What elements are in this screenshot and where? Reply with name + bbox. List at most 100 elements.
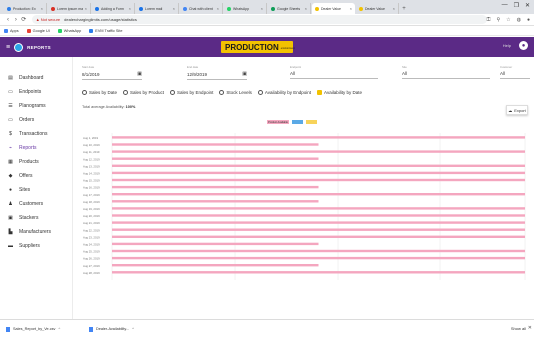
sidebar-item-offers[interactable]: ◆ Offers [0,169,72,183]
end-date-field[interactable]: End date 12/9/2019 ▣ [187,65,247,83]
sidebar-item-reports[interactable]: ⌁ Reports [0,141,72,155]
sidebar-item-transactions[interactable]: $ Transactions [0,127,72,141]
customer-select[interactable]: Customer All [500,65,530,83]
export-button[interactable]: ☁ Export [506,105,528,115]
y-tick-label: Aug 12, 2019 [83,157,100,161]
site-select[interactable]: Site All [402,65,490,83]
calendar-icon[interactable]: ▣ [137,71,142,77]
tab-close-icon[interactable]: × [129,6,131,11]
bookmark-item[interactable]: Apps [4,28,19,33]
reload-icon[interactable]: ⟳ [20,16,28,23]
browser-tab[interactable]: Lorem ipsum mail × [48,3,91,14]
bar[interactable] [112,150,525,153]
bar[interactable] [112,264,319,267]
report-type-radio[interactable]: Stock Levels [219,89,252,95]
bar[interactable] [112,242,319,246]
tab-close-icon[interactable]: × [85,6,87,11]
endpoint-select[interactable]: Endpoint All [290,65,378,83]
report-type-radio[interactable]: Availability by Endpoint [257,89,311,95]
bookmark-item[interactable]: WhatsApp [57,28,81,33]
bar[interactable] [112,207,525,210]
browser-tab[interactable]: Chat with client × [180,3,223,14]
tab-close-icon[interactable]: × [305,6,307,11]
bar[interactable] [112,171,525,175]
start-date-field[interactable]: Start date 8/1/2019 ▣ [82,65,142,83]
tab-close-icon[interactable]: × [261,6,263,11]
bar[interactable] [112,235,525,238]
url-input[interactable]: ▲ Not secure dealercharginglimits.com/us… [31,15,487,24]
chevron-up-icon[interactable]: ^ [58,327,60,331]
chevron-up-icon[interactable]: ^ [132,327,134,331]
bar[interactable] [112,185,319,189]
browser-tab[interactable]: Dealer Value × [356,3,399,14]
sidebar-item-stackers[interactable]: ▣ Stackers [0,211,72,225]
report-type-radio[interactable]: Sales by Date [82,89,117,95]
report-type-radio[interactable]: Sales by Endpoint [170,89,213,95]
sidebar-item-customers[interactable]: ♟ Customers [0,197,72,211]
bar[interactable] [112,256,525,260]
zoom-icon[interactable]: ⚲ [496,17,500,23]
star-icon[interactable]: ☆ [506,17,510,23]
tab-close-icon[interactable]: × [350,6,352,11]
availability-by-date-checkbox[interactable]: Availability by Date [317,89,362,95]
browser-tab[interactable]: Lorem mail × [136,3,179,14]
browser-tab[interactable]: Production: Ex × [4,3,47,14]
sidebar-item-products[interactable]: ▦ Products [0,155,72,169]
sidebar-item-endpoints[interactable]: ▭ Endpoints [0,85,72,99]
y-tick-label: Aug 1, 2019 [83,136,99,140]
bookmark-item[interactable]: Google UI [26,28,50,33]
bar[interactable] [112,228,525,231]
bookmarks-bar: Apps Google UI WhatsApp EVM Traffic Site [0,26,534,36]
bar[interactable] [112,200,319,203]
browser-tab[interactable]: Adding a Form × [92,3,135,14]
forward-icon[interactable]: › [12,17,20,23]
tab-close-icon[interactable]: × [173,6,175,11]
bookmark-item[interactable]: EVM Traffic Site [89,28,122,33]
help-link[interactable]: Help [503,43,511,48]
menu-icon[interactable]: ≡ [6,44,10,51]
sidebar-item-sites[interactable]: ● Sites [0,183,72,197]
bar[interactable] [112,214,525,217]
bar[interactable] [112,136,525,139]
bar[interactable] [112,271,525,274]
show-all-downloads[interactable]: Show all [511,326,526,331]
download-item[interactable]: Dealer-Availability... ^ [89,326,164,332]
bar[interactable] [112,164,525,167]
tab-favicon-icon [139,6,143,11]
bar[interactable] [112,157,319,160]
download-item[interactable]: Sales_Report_by_Ve.csv ^ [6,326,81,332]
bar[interactable] [112,249,525,253]
tab-close-icon[interactable]: × [217,6,219,11]
y-tick-label: Aug 21, 2019 [83,221,100,225]
key-icon[interactable]: ⚿ [487,17,491,23]
browser-tab[interactable]: Google Sheets × [268,3,311,14]
sidebar-item-dashboard[interactable]: ▤ Dashboard [0,71,72,85]
extension-icon[interactable]: ◍ [517,17,521,23]
tab-favicon-icon [227,6,231,11]
new-tab-button[interactable]: + [400,3,408,14]
avatar[interactable]: ● [519,41,528,50]
sidebar-item-manufacturers[interactable]: ▙ Manufacturers [0,225,72,239]
browser-tab[interactable]: Dealer Value × [312,3,355,14]
minimize-icon[interactable]: — [502,2,508,9]
app-title: REPORTS [27,44,51,50]
maximize-icon[interactable]: ❐ [514,2,519,9]
report-type-radio[interactable]: Sales by Product [123,89,164,95]
tab-close-icon[interactable]: × [393,6,395,11]
sidebar-item-suppliers[interactable]: ▬ Suppliers [0,239,72,253]
bar[interactable] [112,193,525,196]
bar[interactable] [112,178,525,182]
y-tick-label: Aug 23, 2019 [83,235,100,239]
planograms-icon: ☰ [8,103,13,109]
sidebar-item-planograms[interactable]: ☰ Planograms [0,99,72,113]
close-downloads-icon[interactable]: ✕ [528,325,532,331]
sidebar-item-orders[interactable]: ▭ Orders [0,113,72,127]
close-window-icon[interactable]: ✕ [525,2,530,9]
profile-icon[interactable]: ● [527,17,530,23]
browser-tab[interactable]: WhatsApp × [224,3,267,14]
back-icon[interactable]: ‹ [4,17,12,23]
bar[interactable] [112,143,319,146]
calendar-icon[interactable]: ▣ [242,71,247,77]
tab-close-icon[interactable]: × [41,6,43,11]
bar[interactable] [112,221,525,224]
